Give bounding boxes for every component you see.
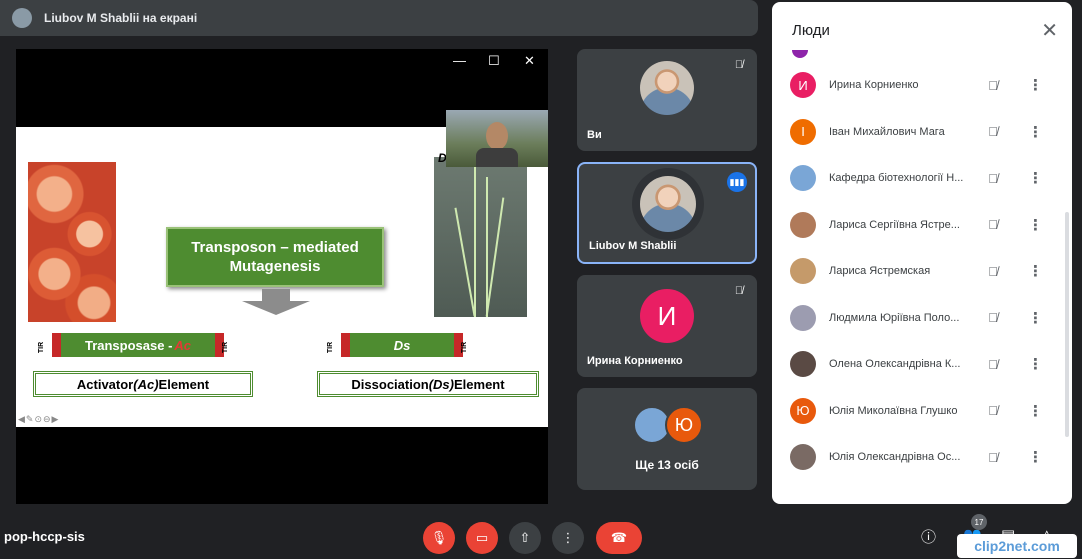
participant-name: Іван Михайлович Мага [829,125,945,138]
participant-row[interactable]: Лариса Сергіївна Ястре... 🎙̸ ⋮ [772,202,1072,249]
participant-row[interactable]: І Іван Михайлович Мага 🎙̸ ⋮ [772,109,1072,156]
avatar: И [640,289,694,343]
avatar [790,165,816,192]
mic-off-icon: 🎙̸ [988,356,998,372]
mic-off-icon: 🎙̸ [734,285,744,297]
mic-off-icon: 🎙̸ [988,77,998,93]
slide: D Transposon – mediated Mutagenesis TIR … [16,127,548,427]
participant-name: Лариса Ястремская [829,265,931,278]
more-options-button[interactable]: ⋮ [552,522,584,554]
tile-iryna[interactable]: И 🎙̸ Ирина Корниенко [577,275,757,377]
participant-name: Олена Олександрівна К... [829,358,961,371]
close-icon[interactable]: ✕ [1041,18,1058,43]
participant-row[interactable]: Юлія Олександрівна Ос... 🎙̸ ⋮ [772,434,1072,481]
presentation-stage[interactable]: — ☐ ✕ D Transposon – mediated Mutagenesi… [16,49,548,504]
tir-label: TIR [327,341,335,354]
tir-label: TIR [222,341,230,354]
present-button[interactable]: ⇧ [509,522,541,554]
panel-title: Люди [792,22,830,39]
more-icon[interactable]: ⋮ [1028,169,1043,187]
minimize-icon[interactable]: — [453,53,466,68]
participant-row[interactable]: Кафедра біотехнології Н... 🎙̸ ⋮ [772,155,1072,202]
more-icon[interactable]: ⋮ [1028,216,1043,234]
participant-row[interactable]: И Ирина Корниенко 🎙̸ ⋮ [772,62,1072,109]
watermark-logo: clip2net.com [957,534,1077,558]
tile-self[interactable]: 🎙̸ Ви [577,49,757,151]
more-icon[interactable]: ⋮ [1028,262,1043,280]
mic-off-icon: 🎙̸ [988,124,998,140]
more-icon[interactable]: ⋮ [1028,448,1043,466]
avatar: І [790,118,816,145]
more-icon[interactable]: ⋮ [1028,123,1043,141]
avatar: Ю [665,406,703,444]
tile-liubov[interactable]: ▮▮▮ Liubov M Shablii [577,162,757,264]
slide-title: Transposon – mediated Mutagenesis [166,227,384,287]
more-icon[interactable]: ⋮ [1028,402,1043,420]
activator-element-box: Activator (Ac) Element [33,371,253,397]
avatar [640,176,696,232]
more-icon[interactable]: ⋮ [1028,355,1043,373]
tile-more-people[interactable]: Ю Ще 13 осіб [577,388,757,490]
avatar: И [790,72,816,99]
presenter-avatar [12,8,32,28]
mic-off-icon: 🎙̸ [734,59,744,71]
tile-name: Ирина Корниенко [587,355,683,367]
mic-off-icon: 🎙̸ [988,217,998,233]
participant-name: Юлія Олександрівна Ос... [829,451,961,464]
mic-off-icon: 🎙̸ [988,403,998,419]
info-icon[interactable]: ⓘ [921,526,936,547]
meeting-code: pop-hccp-sis [4,529,85,544]
avatar [790,351,816,378]
presenting-banner: Liubov M Shablii на екрані [0,0,758,36]
mic-off-icon: 🎙̸ [988,310,998,326]
more-people-label: Ще 13 осіб [635,458,699,472]
mic-off-icon: 🎙̸ [988,170,998,186]
more-icon[interactable]: ⋮ [1028,309,1043,327]
mic-off-icon: 🎙̸ [988,263,998,279]
tile-name: Liubov M Shablii [589,240,677,252]
avatar: Ю [790,397,816,424]
maximize-icon[interactable]: ☐ [488,53,500,69]
ds-gene-bar: Ds [341,333,463,357]
participant-row[interactable]: Олена Олександрівна К... 🎙̸ ⋮ [772,341,1072,388]
mic-off-button[interactable]: 🎙 [423,522,455,554]
participant-row[interactable]: Лариса Ястремская 🎙̸ ⋮ [772,248,1072,295]
participant-name: Ирина Корниенко [829,79,919,92]
avatar [790,211,816,238]
people-panel: Люди ✕ И Ирина Корниенко 🎙̸ ⋮ І Іван Михайлов… [772,2,1072,504]
flower-image [28,162,116,322]
avatar [790,258,816,285]
participant-row[interactable]: Людмила Юріївна Поло... 🎙̸ ⋮ [772,295,1072,342]
scrollbar[interactable] [1065,212,1069,437]
dissociation-element-box: Dissociation (Ds) Element [317,371,539,397]
hang-up-button[interactable]: ☎ [596,522,642,554]
avatar [790,444,816,471]
participant-name: Юлія Миколаївна Глушко [829,404,958,417]
participant-name: Людмила Юріївна Поло... [829,311,960,324]
participant-name: Кафедра біотехнології Н... [829,172,964,185]
people-count-badge: 17 [971,514,987,530]
mic-off-icon: 🎙̸ [988,449,998,465]
tile-name: Ви [587,129,602,141]
avatar [790,304,816,331]
camera-off-button[interactable]: ▭ [466,522,498,554]
presenting-text: Liubov M Shablii на екрані [44,11,198,25]
ac-gene-label: Transposase - Ac [61,333,215,357]
speaking-indicator-icon: ▮▮▮ [727,172,747,192]
ac-gene-bar: Transposase - Ac [52,333,224,357]
ds-gene-label: Ds [350,333,454,357]
slide-nav-icons[interactable]: ◀✎⊙⊖▶ [18,414,59,425]
more-icon[interactable]: ⋮ [1028,76,1043,94]
participant-list: И Ирина Корниенко 🎙̸ ⋮ І Іван Михайлович Мага… [772,62,1072,481]
tir-block [52,333,61,357]
control-bar: pop-hccp-sis 🎙 ▭ ⇧ ⋮ ☎ ⓘ 👥 ▤ △ [0,516,1082,559]
close-window-icon[interactable]: ✕ [524,53,535,69]
tir-label: TIR [461,341,469,354]
tir-label: TIR [38,341,46,354]
participant-row[interactable]: Ю Юлія Миколаївна Глушко 🎙̸ ⋮ [772,388,1072,435]
plant-image [434,157,527,317]
presenter-camera [446,110,548,167]
avatar [640,61,694,115]
participant-name: Лариса Сергіївна Ястре... [829,218,960,231]
